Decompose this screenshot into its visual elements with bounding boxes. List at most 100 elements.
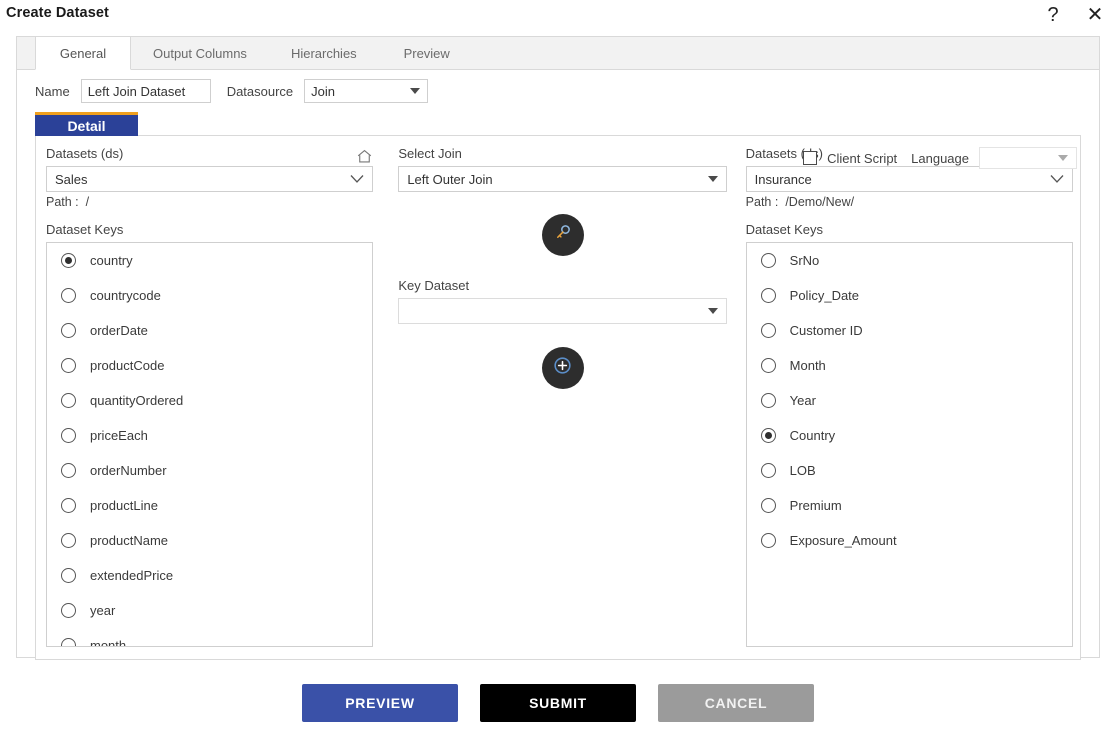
radio-button[interactable] [61, 498, 76, 513]
preview-button[interactable]: PREVIEW [302, 684, 458, 722]
submit-button[interactable]: SUBMIT [480, 684, 636, 722]
left-dataset-keys-list[interactable]: country countrycode orderDate productCode qu… [46, 242, 373, 647]
select-join-value: Left Outer Join [407, 171, 493, 187]
list-item-label: productCode [90, 358, 165, 373]
add-button-row [398, 347, 727, 389]
left-dataset-select[interactable]: Sales [46, 166, 373, 192]
list-item[interactable]: month [47, 628, 372, 646]
list-item[interactable]: country [47, 243, 372, 278]
list-item[interactable]: SrNo [747, 243, 1072, 278]
list-item[interactable]: Policy_Date [747, 278, 1072, 313]
list-item-label: Customer ID [789, 323, 863, 338]
create-dataset-dialog: Create Dataset ? ✕ General Output Column… [0, 0, 1116, 741]
radio-button[interactable] [760, 498, 776, 513]
key-dataset-dropdown[interactable] [398, 298, 728, 324]
cancel-button[interactable]: CANCEL [658, 684, 814, 722]
list-item[interactable]: Premium [747, 488, 1072, 523]
select-join-label: Select Join [398, 146, 462, 161]
list-item-label: extendedPrice [90, 568, 174, 583]
tab-preview-label: Preview [403, 45, 450, 61]
list-item[interactable]: quantityOrdered [47, 383, 372, 418]
tab-hierarchies[interactable]: Hierarchies [269, 37, 379, 69]
right-dataset-value: Insurance [754, 171, 812, 187]
list-item-label: Policy_Date [789, 288, 860, 303]
list-item[interactable]: Month [747, 348, 1072, 383]
radio-button[interactable] [760, 323, 776, 338]
list-item[interactable]: Country [747, 418, 1072, 453]
tab-general[interactable]: General [35, 37, 131, 70]
list-item-label: orderDate [90, 323, 148, 338]
radio-button[interactable] [61, 568, 76, 583]
list-item[interactable]: year [47, 593, 372, 628]
list-item[interactable]: productName [47, 523, 372, 558]
left-path: Path : / [46, 195, 384, 209]
list-item-label: productName [90, 533, 169, 548]
right-dataset-column: Datasets (ds) Insurance Path : /Demo/New… [732, 136, 1080, 659]
radio-button[interactable] [760, 358, 776, 373]
select-join-dropdown[interactable]: Left Outer Join [398, 166, 728, 192]
list-item[interactable]: LOB [747, 453, 1072, 488]
home-icon[interactable] [356, 148, 373, 165]
list-item[interactable]: Customer ID [747, 313, 1072, 348]
datasource-select[interactable]: Join [304, 79, 429, 103]
name-input[interactable] [80, 79, 211, 103]
question-mark-icon[interactable]: ? [1040, 2, 1066, 28]
left-path-value: / [85, 195, 90, 209]
list-item[interactable]: orderDate [47, 313, 372, 348]
client-script-label: Client Script [827, 150, 898, 166]
radio-button[interactable] [61, 463, 76, 478]
list-item[interactable]: priceEach [47, 418, 372, 453]
close-icon[interactable]: ✕ [1082, 2, 1108, 28]
radio-button[interactable] [760, 288, 776, 303]
left-path-label: Path : [46, 195, 79, 209]
radio-button[interactable] [760, 463, 776, 478]
dialog-titlebar: Create Dataset ? ✕ [0, 0, 1116, 32]
list-item-label: Year [789, 393, 816, 408]
radio-button[interactable] [61, 428, 76, 443]
radio-button[interactable] [61, 638, 76, 646]
datasource-select-wrap: Join [304, 79, 429, 103]
radio-button[interactable] [760, 393, 776, 408]
detail-tab[interactable]: Detail [35, 112, 138, 136]
tab-preview[interactable]: Preview [379, 37, 475, 69]
tab-output-columns[interactable]: Output Columns [131, 37, 269, 69]
radio-button[interactable] [760, 428, 776, 443]
add-join-button[interactable] [541, 347, 584, 389]
language-select[interactable] [979, 147, 1077, 169]
right-keys-label: Dataset Keys [745, 222, 823, 237]
list-item-label: year [90, 603, 116, 618]
language-label: Language [911, 150, 969, 166]
list-item[interactable]: productCode [47, 348, 372, 383]
list-item[interactable]: Exposure_Amount [747, 523, 1072, 558]
list-item[interactable]: Year [747, 383, 1072, 418]
right-path-value: /Demo/New/ [785, 195, 855, 209]
right-dataset-select[interactable]: Insurance [745, 166, 1073, 192]
list-item[interactable]: extendedPrice [47, 558, 372, 593]
chevron-down-icon [1058, 155, 1068, 161]
list-item[interactable]: productLine [47, 488, 372, 523]
radio-button[interactable] [61, 358, 76, 373]
key-icon-button[interactable] [541, 214, 584, 256]
key-icon [552, 222, 573, 248]
name-datasource-row: Name Datasource Join [17, 70, 1099, 112]
chevron-down-icon [1050, 172, 1064, 187]
list-item-label: orderNumber [90, 463, 167, 478]
chevron-down-icon [708, 308, 719, 314]
right-dataset-keys-list[interactable]: SrNo Policy_Date Customer ID Month Year Count… [745, 242, 1073, 647]
radio-button[interactable] [61, 253, 76, 268]
radio-button[interactable] [61, 288, 76, 303]
list-item[interactable]: orderNumber [47, 453, 372, 488]
dialog-footer: PREVIEW SUBMIT CANCEL [0, 684, 1116, 722]
list-item[interactable]: countrycode [47, 278, 372, 313]
list-item-label: productLine [90, 498, 158, 513]
dialog-frame: General Output Columns Hierarchies Previ… [16, 36, 1100, 660]
radio-button[interactable] [760, 253, 776, 268]
tab-strip: General Output Columns Hierarchies Previ… [17, 37, 1099, 70]
radio-button[interactable] [61, 323, 76, 338]
client-script-checkbox[interactable] [803, 151, 818, 165]
radio-button[interactable] [760, 533, 776, 548]
list-item-label: Exposure_Amount [789, 533, 897, 548]
radio-button[interactable] [61, 603, 76, 618]
radio-button[interactable] [61, 393, 76, 408]
radio-button[interactable] [61, 533, 76, 548]
